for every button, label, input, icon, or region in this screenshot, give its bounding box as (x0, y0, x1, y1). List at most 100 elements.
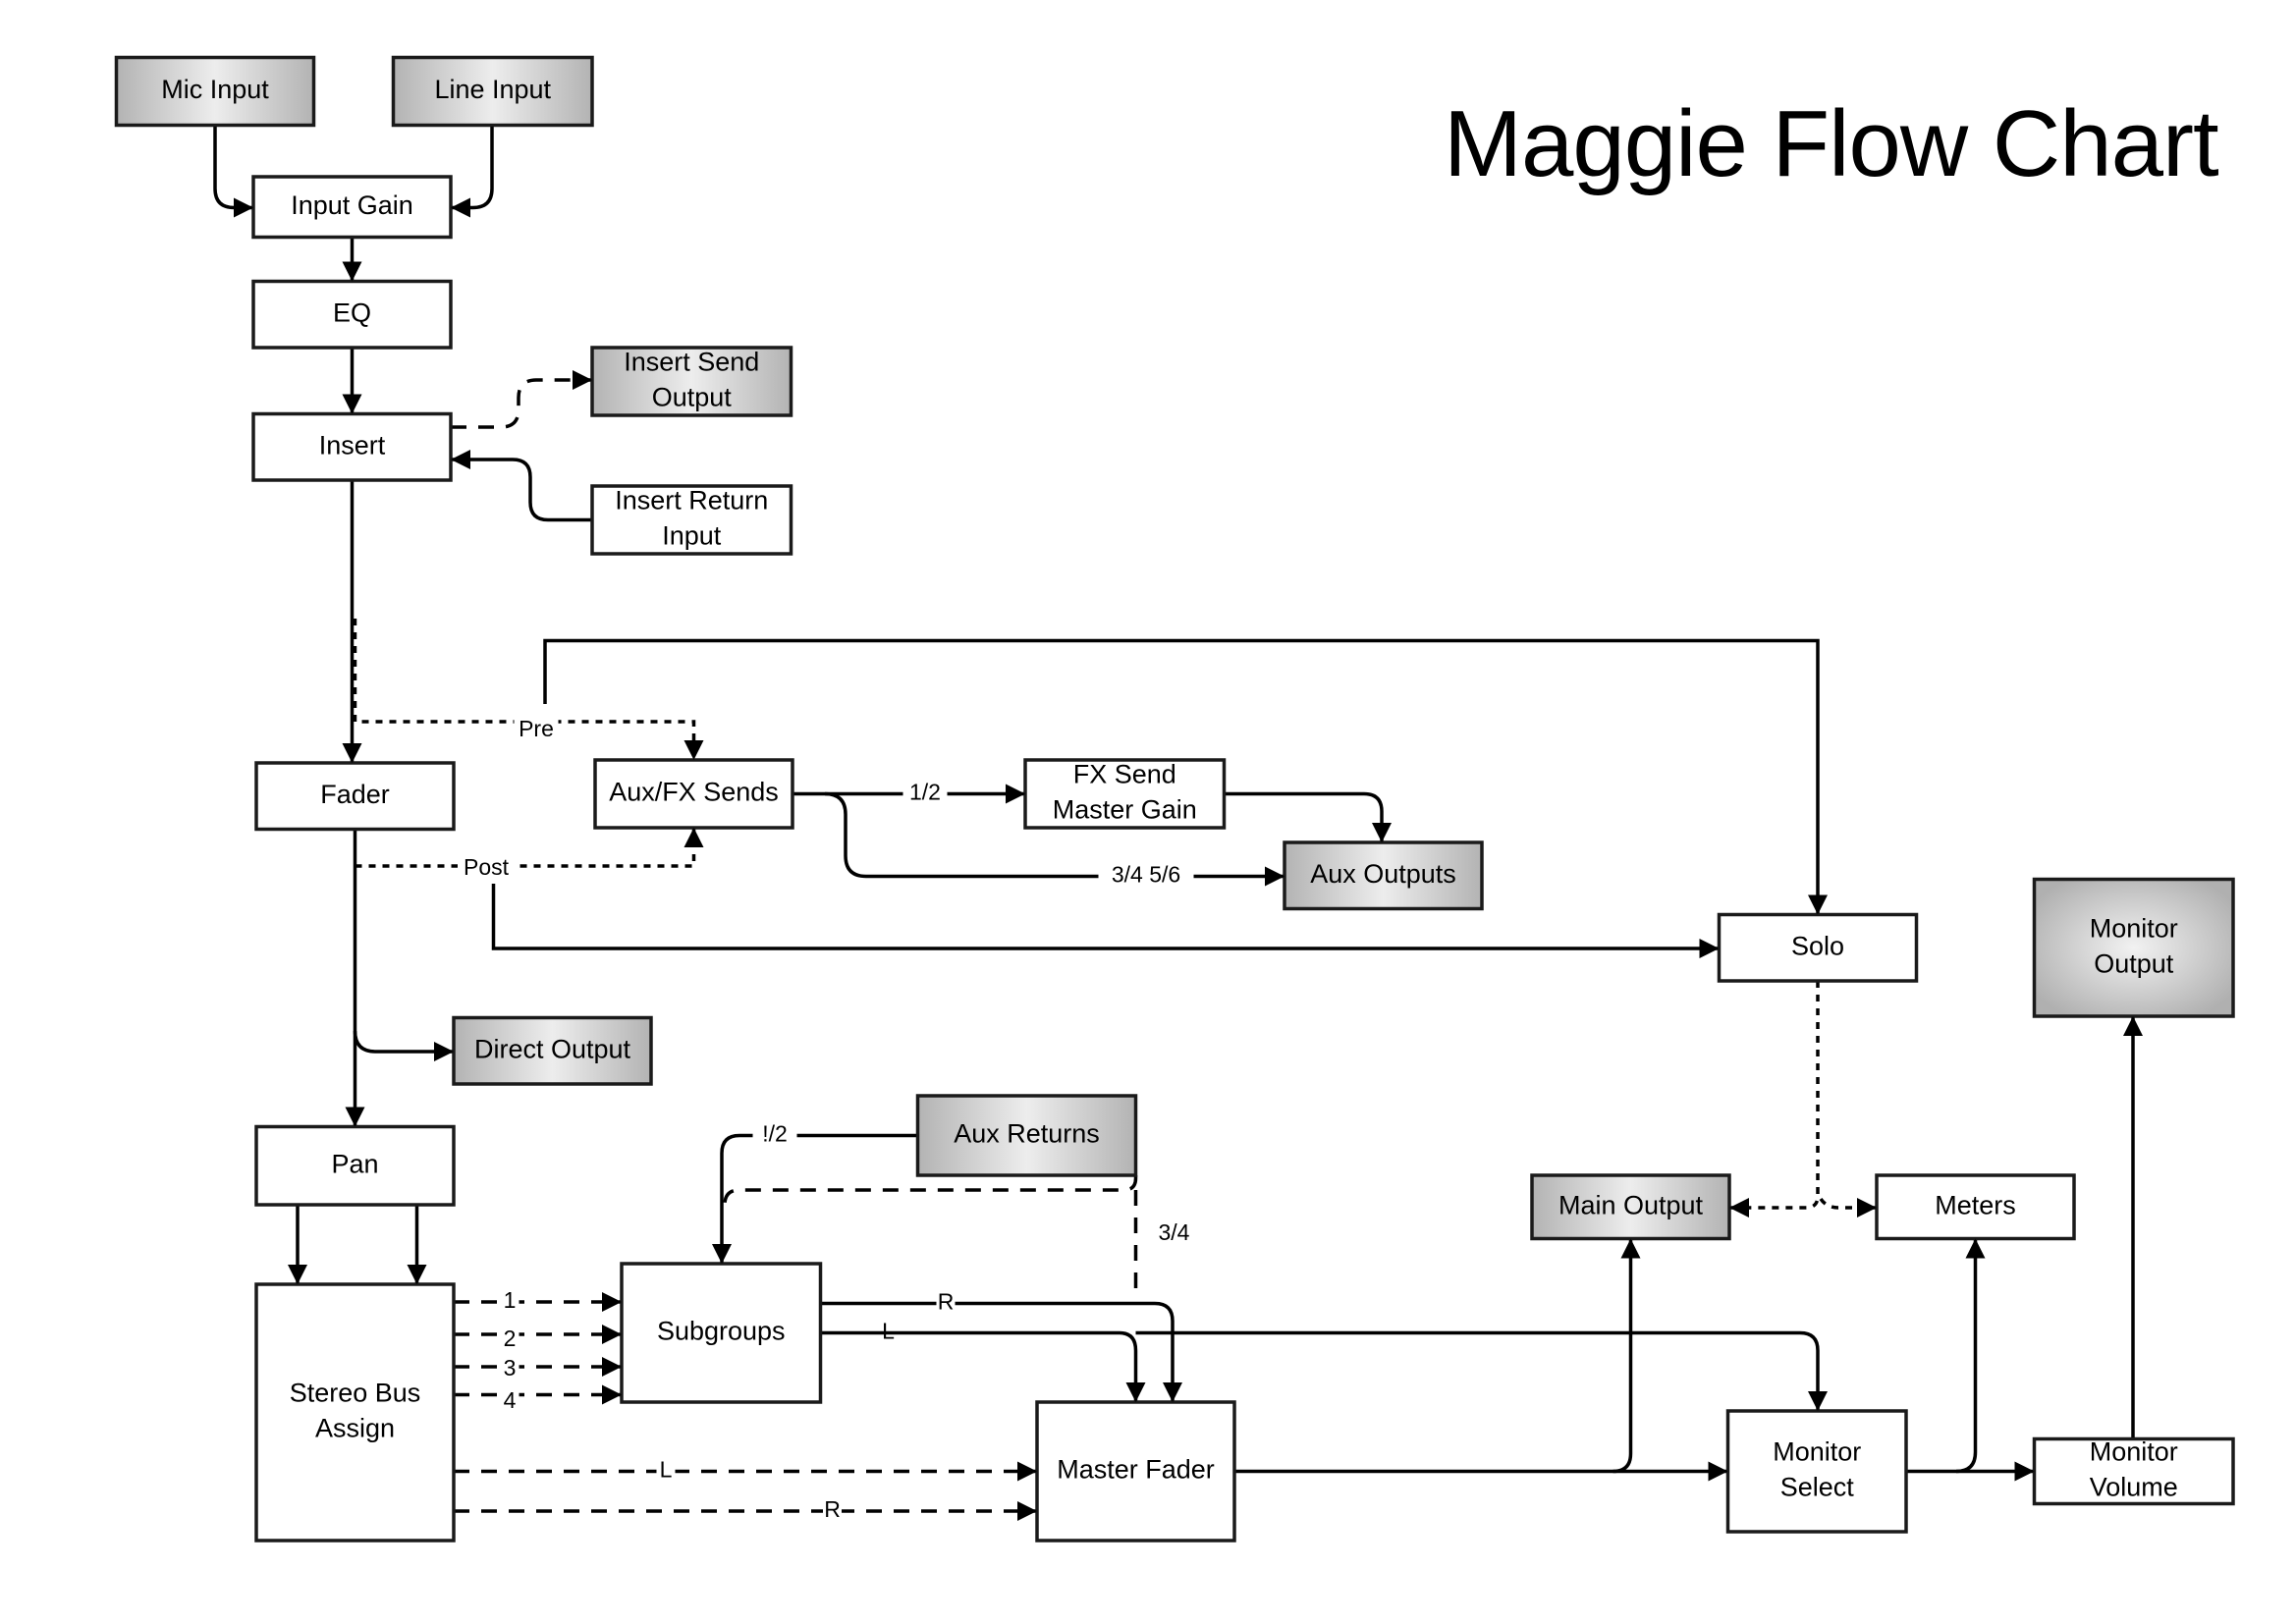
edge-master-to-main (1613, 1238, 1633, 1474)
edge-sub-l-monitor (1135, 1330, 1820, 1411)
arrowhead-icon (1620, 1238, 1641, 1259)
node-monitor-volume[interactable]: Monitor Volume (2032, 1437, 2235, 1506)
node-mic-input[interactable]: Mic Input (114, 55, 316, 128)
edge-label-bus-2: 2 (504, 1326, 517, 1351)
arrowhead-icon (1699, 939, 1720, 958)
node-monitor-select[interactable]: Monitor Select (1725, 1409, 1908, 1534)
arrowhead-icon (1125, 1382, 1146, 1402)
node-monitor-output[interactable]: Monitor Output (2032, 877, 2235, 1018)
node-label: Direct Output (474, 1034, 631, 1063)
edge-insert-to-send (451, 378, 592, 429)
node-label: FX Send (1073, 760, 1176, 789)
node-solo[interactable]: Solo (1717, 912, 1919, 983)
node-label: Stereo Bus (290, 1379, 421, 1408)
edge-mic-to-gain (213, 125, 253, 210)
arrowhead-icon (1265, 866, 1285, 887)
arrowhead-icon (2014, 1461, 2035, 1482)
node-label: Volume (2090, 1473, 2178, 1502)
edge-label-stereo-l: L (660, 1457, 673, 1483)
node-eq[interactable]: EQ (251, 279, 453, 350)
arrowhead-icon (712, 1244, 732, 1264)
arrowhead-icon (683, 740, 704, 760)
arrowhead-icon (602, 1325, 622, 1344)
node-label: Mic Input (161, 75, 269, 104)
arrowhead-icon (1708, 1461, 1728, 1482)
node-fader[interactable]: Fader (254, 761, 456, 832)
arrowhead-icon (345, 1107, 365, 1127)
arrowhead-icon (1857, 1198, 1877, 1218)
arrowhead-icon (2123, 1016, 2143, 1036)
edge-label-aux-return-34: 3/4 (1159, 1219, 1190, 1245)
node-direct-output[interactable]: Direct Output (452, 1015, 653, 1086)
node-label: Aux Returns (954, 1119, 1100, 1149)
arrowhead-icon (1965, 1238, 1986, 1259)
arrowhead-icon (602, 1357, 622, 1377)
node-label: EQ (333, 298, 371, 327)
arrowhead-icon (434, 1042, 454, 1061)
edge-solo-dotted (1729, 981, 1820, 1210)
node-label: Fader (320, 780, 390, 809)
arrowhead-icon (1808, 1391, 1828, 1411)
arrowhead-icon (342, 261, 362, 282)
edge-line-to-gain (451, 125, 494, 210)
edge-label-sub-r: R (938, 1289, 955, 1315)
edge-sub-l (820, 1330, 1138, 1402)
arrowhead-icon (234, 197, 253, 218)
node-label: Insert Return (615, 486, 768, 515)
arrowhead-icon (1017, 1461, 1037, 1482)
edge-label-aux-return-12: !/2 (762, 1121, 788, 1147)
edge-label-sub-l: L (882, 1319, 895, 1344)
arrowhead-icon (1006, 784, 1025, 804)
node-line-input[interactable]: Line Input (391, 55, 594, 128)
arrowhead-icon (1808, 894, 1828, 915)
arrowhead-icon (602, 1384, 622, 1405)
edge-post-dotted (355, 828, 696, 868)
edge-label-post: Post (464, 854, 510, 880)
node-label: Input Gain (291, 190, 413, 220)
node-box (254, 1282, 456, 1543)
node-main-output[interactable]: Main Output (1530, 1173, 1731, 1241)
node-aux-fx-sends[interactable]: Aux/FX Sends (593, 758, 794, 830)
node-label: Master Fader (1057, 1455, 1215, 1485)
node-stereo-bus-assign[interactable]: Stereo Bus Assign (254, 1282, 456, 1543)
node-label: Subgroups (657, 1317, 786, 1346)
edge-label-stereo-r: R (824, 1496, 841, 1522)
node-label: Select (1780, 1473, 1855, 1502)
arrowhead-icon (407, 1265, 427, 1284)
node-master-fader[interactable]: Master Fader (1035, 1400, 1236, 1543)
node-box (2032, 877, 2235, 1018)
node-label: Aux Outputs (1310, 859, 1456, 889)
node-label: Insert Send (624, 348, 759, 377)
node-label: Assign (315, 1414, 395, 1443)
arrowhead-icon (451, 450, 470, 469)
node-meters[interactable]: Meters (1875, 1173, 2076, 1241)
node-label: Master Gain (1053, 795, 1197, 825)
node-label: Output (2094, 948, 2174, 978)
node-subgroups[interactable]: Subgroups (620, 1262, 823, 1404)
edge-post-to-solo (491, 884, 1720, 950)
node-aux-outputs[interactable]: Aux Outputs (1283, 840, 1484, 911)
node-box (1725, 1409, 1908, 1534)
nodes-layer: Mic Input Line Input Input Gain EQ Insert Ins… (114, 55, 2235, 1543)
arrowhead-icon (451, 197, 470, 218)
edge-auxret-12 (720, 1133, 918, 1264)
arrowhead-icon (1372, 823, 1392, 842)
node-insert-send-output[interactable]: Insert Send Output (590, 346, 793, 417)
node-insert-return-input[interactable]: Insert Return Input (590, 484, 793, 556)
node-label: Solo (1791, 931, 1844, 960)
edge-label-aux-3456: 3/4 5/6 (1112, 862, 1180, 888)
node-pan[interactable]: Pan (254, 1124, 456, 1207)
node-label: Input (662, 521, 722, 551)
node-label: Main Output (1558, 1190, 1704, 1219)
node-insert[interactable]: Insert (251, 411, 453, 482)
arrowhead-icon (683, 828, 704, 847)
node-label: Monitor (2090, 1437, 2178, 1467)
node-label: Aux/FX Sends (609, 778, 779, 807)
node-input-gain[interactable]: Input Gain (251, 175, 453, 240)
edge-label-bus-1: 1 (504, 1287, 517, 1313)
edge-label-bus-4: 4 (504, 1387, 517, 1413)
edge-label-bus-3: 3 (504, 1355, 517, 1380)
node-fx-send-master-gain[interactable]: FX Send Master Gain (1023, 758, 1227, 830)
node-aux-returns[interactable]: Aux Returns (915, 1094, 1138, 1177)
node-label: Line Input (434, 75, 551, 104)
